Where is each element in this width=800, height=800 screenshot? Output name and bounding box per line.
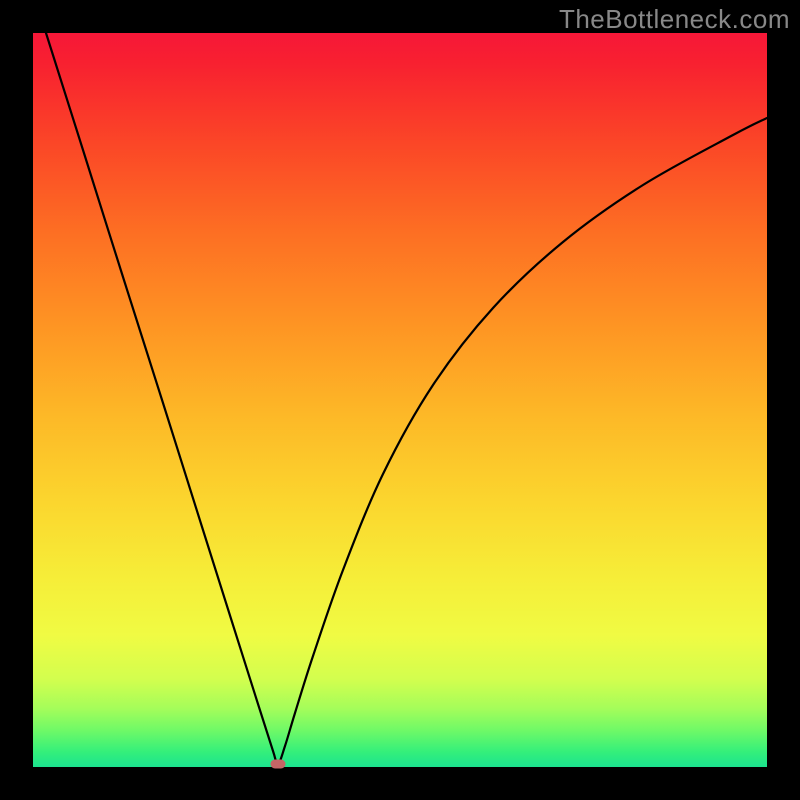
watermark-text: TheBottleneck.com bbox=[559, 4, 790, 35]
chart-container: TheBottleneck.com bbox=[0, 0, 800, 800]
curve-svg bbox=[33, 33, 767, 767]
min-marker-dot bbox=[271, 760, 286, 769]
bottleneck-curve bbox=[46, 33, 767, 764]
